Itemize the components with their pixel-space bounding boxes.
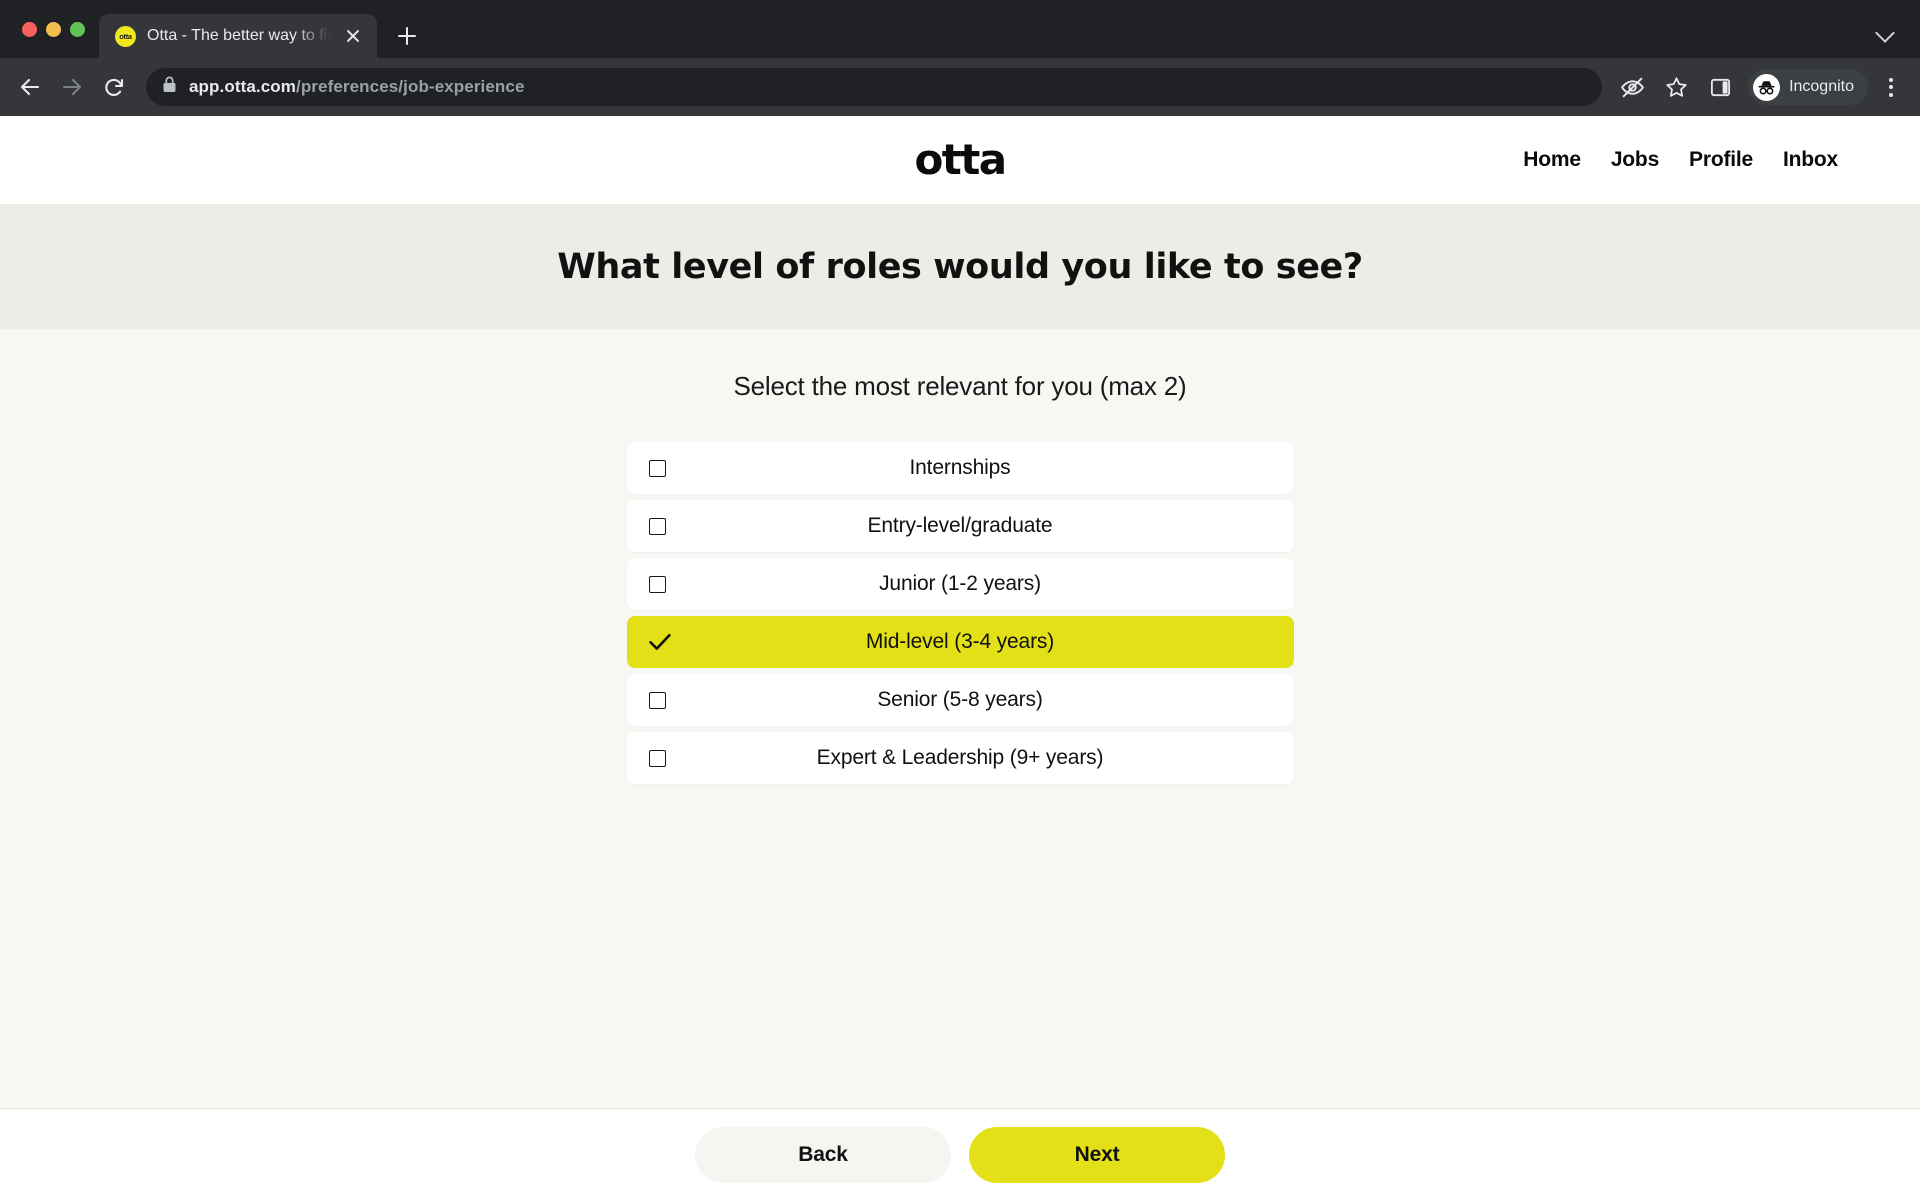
window-controls [14, 0, 99, 58]
address-bar[interactable]: app.otta.com/preferences/job-experience [146, 68, 1603, 106]
browser-window: otta Otta - The better way to find a app… [0, 0, 1920, 1200]
next-button[interactable]: Next [969, 1126, 1225, 1183]
profile-label: Incognito [1789, 78, 1854, 95]
checkbox-unchecked-icon[interactable] [648, 691, 666, 709]
option-label: Junior (1-2 years) [879, 572, 1041, 595]
option-senior[interactable]: Senior (5-8 years) [626, 674, 1294, 726]
url-text: app.otta.com/preferences/job-experience [189, 77, 525, 97]
page-subtitle: Select the most relevant for you (max 2) [733, 371, 1187, 401]
side-panel-icon[interactable] [1700, 67, 1740, 107]
page-title: What level of roles would you like to se… [557, 246, 1363, 287]
page-viewport: otta Home Jobs Profile Inbox What level … [0, 116, 1920, 1200]
option-mid-level[interactable]: Mid-level (3-4 years) [626, 616, 1294, 668]
nav-item-profile[interactable]: Profile [1689, 148, 1753, 172]
experience-level-options: Internships Entry-level/graduate Junior … [626, 442, 1294, 784]
nav-item-home[interactable]: Home [1523, 148, 1581, 172]
reload-icon[interactable] [94, 67, 134, 107]
minimize-window-button[interactable] [46, 21, 61, 37]
option-label: Senior (5-8 years) [877, 688, 1043, 711]
eye-slash-icon[interactable] [1612, 67, 1652, 107]
close-window-button[interactable] [22, 21, 37, 37]
option-label: Mid-level (3-4 years) [865, 630, 1055, 653]
browser-tab[interactable]: otta Otta - The better way to find a [99, 14, 377, 58]
option-label: Expert & Leadership (9+ years) [816, 746, 1104, 769]
option-internships[interactable]: Internships [626, 442, 1294, 494]
close-tab-icon[interactable] [341, 24, 365, 48]
url-path: /preferences/job-experience [296, 77, 525, 96]
browser-toolbar: app.otta.com/preferences/job-experience … [0, 58, 1920, 116]
hero-banner: What level of roles would you like to se… [0, 204, 1920, 329]
lock-icon [162, 76, 177, 98]
main-nav: Home Jobs Profile Inbox [1523, 148, 1872, 172]
url-host: app.otta.com [189, 77, 296, 96]
favicon-otta-icon: otta [115, 25, 136, 47]
profile-incognito-button[interactable]: Incognito [1748, 69, 1868, 105]
otta-logo[interactable]: otta [915, 139, 1008, 181]
checkmark-icon[interactable] [648, 634, 671, 651]
toolbar-icon-group [1612, 67, 1740, 107]
star-icon[interactable] [1656, 67, 1696, 107]
chevron-down-icon[interactable] [1868, 14, 1902, 48]
checkbox-unchecked-icon[interactable] [648, 749, 666, 767]
page-content: Select the most relevant for you (max 2)… [0, 329, 1920, 784]
kebab-menu-icon[interactable] [1874, 69, 1908, 105]
option-expert-leadership[interactable]: Expert & Leadership (9+ years) [626, 732, 1294, 784]
nav-item-jobs[interactable]: Jobs [1611, 148, 1659, 172]
page-footer: Back Next [0, 1108, 1920, 1200]
incognito-icon [1753, 73, 1781, 101]
back-arrow-icon[interactable] [10, 67, 50, 107]
nav-item-inbox[interactable]: Inbox [1783, 148, 1838, 172]
option-label: Internships [909, 456, 1011, 479]
forward-arrow-icon[interactable] [52, 67, 92, 107]
option-label: Entry-level/graduate [867, 514, 1053, 537]
checkbox-unchecked-icon[interactable] [648, 575, 666, 593]
option-junior[interactable]: Junior (1-2 years) [626, 558, 1294, 610]
new-tab-button[interactable] [389, 18, 425, 54]
tab-title: Otta - The better way to find a [147, 27, 330, 44]
checkbox-unchecked-icon[interactable] [648, 517, 666, 535]
maximize-window-button[interactable] [70, 21, 85, 37]
site-header: otta Home Jobs Profile Inbox [0, 116, 1920, 204]
checkbox-unchecked-icon[interactable] [648, 459, 666, 477]
tab-strip: otta Otta - The better way to find a [0, 0, 1920, 58]
option-entry-level-graduate[interactable]: Entry-level/graduate [626, 500, 1294, 552]
back-button[interactable]: Back [695, 1126, 951, 1183]
